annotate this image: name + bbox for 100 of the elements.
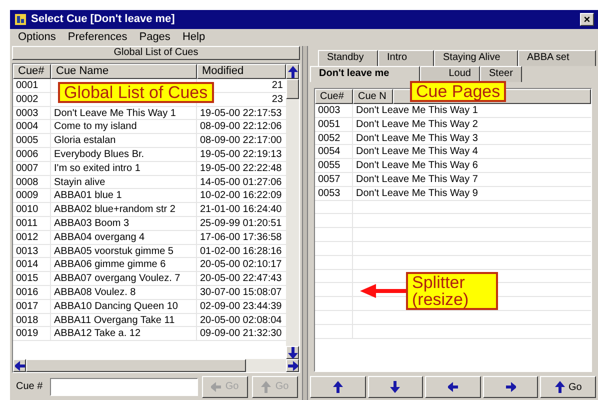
table-cell: 0006: [13, 148, 51, 161]
move-button[interactable]: [310, 376, 366, 398]
table-cell: 0016: [13, 286, 51, 299]
move-button[interactable]: [368, 376, 424, 398]
cue-label: Cue #: [16, 380, 44, 394]
table-cell: 0051: [315, 118, 353, 131]
table-cell-text: 25-09-99 01:20:51: [199, 216, 283, 230]
arrow-down-icon: [288, 346, 298, 358]
scroll-button[interactable]: [286, 359, 299, 372]
callout-label: Global List of Cues: [58, 82, 214, 103]
table-cell: ABBA02 blue+random str 2: [51, 203, 197, 216]
table-cell: 0003: [315, 104, 353, 117]
table-cell: 0052: [315, 132, 353, 144]
menu-item[interactable]: Options: [18, 29, 56, 46]
table-cell: 0053: [315, 186, 353, 200]
table-cell: Come to my island: [51, 120, 197, 134]
column-header[interactable]: Modified: [197, 64, 286, 79]
table-cell: 0001: [13, 79, 51, 92]
arrow-right-icon: [288, 360, 298, 372]
table-cell-text: 10-02-00 16:22:09: [199, 189, 283, 202]
table-cell: ABBA06 gimme gimme 6: [51, 258, 197, 272]
table-cell-text: 19-05-00 22:22:48: [199, 162, 283, 175]
column-header[interactable]: Cue Name: [51, 64, 197, 79]
table-cell-text: 01-02-00 16:28:16: [199, 244, 283, 258]
table-cell-text: Don't Leave Me This Way 6: [355, 159, 479, 172]
tab[interactable]: Don't leave me: [310, 66, 420, 82]
menu-item[interactable]: Help: [182, 29, 206, 46]
table-cell: ABBA12 Take a. 12: [51, 327, 197, 340]
table-cell-text: 08-09-00 22:12:06: [199, 120, 283, 134]
move-button[interactable]: [425, 376, 481, 398]
table-cell-text: 23: [270, 92, 284, 106]
table-cell: Gloria estalan: [51, 134, 197, 147]
tab[interactable]: Intro: [378, 50, 434, 66]
table-cell-text: 20-05-00 02:10:17: [199, 258, 283, 272]
scroll-button[interactable]: [286, 346, 299, 359]
table-cell-text: Don't Leave Me This Way 1: [355, 104, 479, 117]
app-icon: [14, 13, 27, 26]
table-cell: 0015: [13, 272, 51, 285]
table-cell: ABBA05 voorstuk gimme 5: [51, 244, 197, 258]
table-cell: Everybody Blues Br.: [51, 148, 197, 161]
horizontal-scrollbar[interactable]: [13, 359, 299, 372]
table-cell-text: 02-09-00 23:44:39: [199, 300, 283, 313]
table-cell-text: 08-09-00 22:17:00: [199, 134, 283, 147]
close-button[interactable]: ×: [580, 13, 594, 26]
menu-item[interactable]: Preferences: [68, 29, 128, 46]
table-cell-text: 21-01-00 16:24:40: [199, 203, 283, 216]
table-cell: 0019: [13, 327, 51, 340]
table-cell-text: Don't Leave Me This Way 3: [355, 132, 479, 144]
table-cell: 0011: [13, 216, 51, 230]
scrollbar-thumb[interactable]: [26, 359, 246, 372]
table-cell-text: Don't Leave Me This Way 9: [355, 186, 479, 200]
arrow-left-icon: [360, 284, 406, 298]
column-header[interactable]: Cue#: [315, 89, 353, 104]
cue-input-field[interactable]: [50, 378, 198, 396]
table-cell-text: 21: [270, 79, 284, 92]
table-cell: ABBA10 Dancing Queen 10: [51, 300, 197, 313]
table-cell: ABBA01 blue 1: [51, 189, 197, 202]
table-cell: ABBA03 Boom 3: [51, 216, 197, 230]
scrollbar[interactable]: [286, 79, 299, 359]
table-cell: ABBA08 Voulez. 8: [51, 286, 197, 299]
tab[interactable]: Loud: [420, 66, 480, 82]
table-cell: ABBA04 overgang 4: [51, 230, 197, 244]
tab[interactable]: Staying Alive: [434, 50, 518, 66]
table-cell: ABBA07 overgang Voulez. 7: [51, 272, 197, 285]
tab[interactable]: Steer: [480, 66, 522, 82]
callout-label: Cue Pages: [410, 81, 506, 102]
table-cell: 0009: [13, 189, 51, 202]
table-cell-text: 14-05-00 01:27:06: [199, 176, 283, 188]
scroll-button[interactable]: [286, 64, 299, 79]
table-cell: 0004: [13, 120, 51, 134]
table-cell: 0055: [315, 159, 353, 172]
arrow-up-icon: [288, 66, 298, 78]
table-cell: 0054: [315, 145, 353, 158]
panel-title: Global List of Cues: [12, 46, 300, 60]
table-cell: 0008: [13, 176, 51, 188]
table-cell: Don't Leave Me This Way 1: [51, 106, 197, 120]
table-cell-text: 19-05-00 22:17:53: [199, 106, 283, 120]
table-cell: 0057: [315, 172, 353, 186]
table-cell: 0007: [13, 162, 51, 175]
tab[interactable]: Standby: [318, 50, 378, 66]
move-button[interactable]: [482, 376, 538, 398]
table-cell: 0013: [13, 244, 51, 258]
table-cell-text: 09-09-00 21:32:30: [199, 327, 283, 340]
table-cell: 0002: [13, 92, 51, 106]
go-button[interactable]: Go: [540, 376, 596, 398]
column-header[interactable]: Cue N: [353, 89, 393, 104]
column-header[interactable]: Cue#: [13, 64, 51, 79]
arrow-left-icon: [14, 360, 24, 372]
table-cell: 0010: [13, 203, 51, 216]
table-cell: ABBA11 Overgang Take 11: [51, 314, 197, 326]
table-cell: I'm so exited intro 1: [51, 162, 197, 175]
scroll-button[interactable]: [13, 359, 26, 372]
table-cell-text: 20-05-00 22:47:43: [199, 272, 283, 285]
menu-item[interactable]: Pages: [139, 29, 170, 46]
table-cell: 0003: [13, 106, 51, 120]
scrollbar-thumb[interactable]: [286, 79, 299, 99]
table-cell: Stayin alive: [51, 176, 197, 188]
table-cell: 0005: [13, 134, 51, 147]
tab[interactable]: ABBA set: [518, 50, 596, 66]
table-cell-text: 19-05-00 22:19:13: [199, 148, 283, 161]
